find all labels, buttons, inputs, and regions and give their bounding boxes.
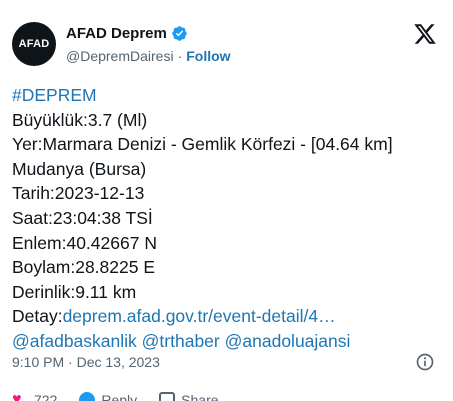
author-handle[interactable]: @DepremDairesi (66, 48, 174, 64)
reply-label: Reply (101, 392, 138, 401)
mention-anadoluajansi[interactable]: @anadoluajansi (225, 331, 351, 351)
tweet-timestamp[interactable]: 9:10 PM · Dec 13, 2023 (12, 354, 160, 370)
detail-link[interactable]: deprem.afad.gov.tr/event-detail/4… (63, 306, 336, 326)
like-count: 722 (34, 392, 58, 401)
heart-icon: ♥ (12, 391, 22, 401)
verified-badge-icon (171, 25, 188, 42)
time-line: Saat:23:04:38 TSİ (12, 207, 153, 228)
like-action[interactable]: ♥ 722 (12, 392, 57, 401)
depth-line: Derinlik:9.11 km (12, 281, 137, 302)
tweet-embed-card: AFAD AFAD Deprem @DepremDairesi · Follow… (0, 0, 453, 401)
detail-label: Detay: (12, 306, 63, 327)
author-handle-row: @DepremDairesi · Follow (66, 48, 231, 64)
tweet-text: #DEPREM Büyüklük:3.7 (Ml) Yer:Marmara De… (12, 83, 437, 354)
author-name-row: AFAD Deprem (66, 25, 188, 42)
avatar-logo-text: AFAD (18, 38, 50, 50)
detail-line: Detay:deprem.afad.gov.tr/event-detail/4… (12, 304, 437, 329)
longitude-line: Boylam:28.8225 E (12, 257, 156, 278)
latitude-line: Enlem:40.42667 N (12, 232, 157, 253)
date-line: Tarih:2023-12-13 (12, 183, 145, 204)
handle-separator: · (177, 48, 183, 64)
magnitude-line: Büyüklük:3.7 (Ml) (12, 109, 148, 130)
mention-trthaber[interactable]: @trthaber (142, 331, 220, 351)
avatar[interactable]: AFAD (12, 22, 56, 66)
x-logo-icon[interactable] (413, 22, 437, 46)
author-display-name[interactable]: AFAD Deprem (66, 25, 167, 42)
follow-button[interactable]: Follow (186, 48, 230, 64)
share-label: Share (181, 392, 219, 401)
share-action[interactable]: Share (159, 392, 219, 401)
hashtag-link[interactable]: #DEPREM (12, 83, 437, 108)
mention-afadbaskanlik[interactable]: @afadbaskanlik (12, 331, 137, 351)
reply-action[interactable]: Reply (79, 392, 137, 401)
tweet-actions: ♥ 722 Reply Share (12, 392, 219, 401)
reply-icon (79, 392, 96, 401)
location-line: Yer:Marmara Denizi - Gemlik Körfezi - [0… (12, 134, 393, 179)
mentions-line: @afadbaskanlik @trthaber @anadoluajansi (12, 329, 437, 354)
share-icon (159, 392, 176, 401)
info-icon[interactable] (415, 352, 435, 372)
